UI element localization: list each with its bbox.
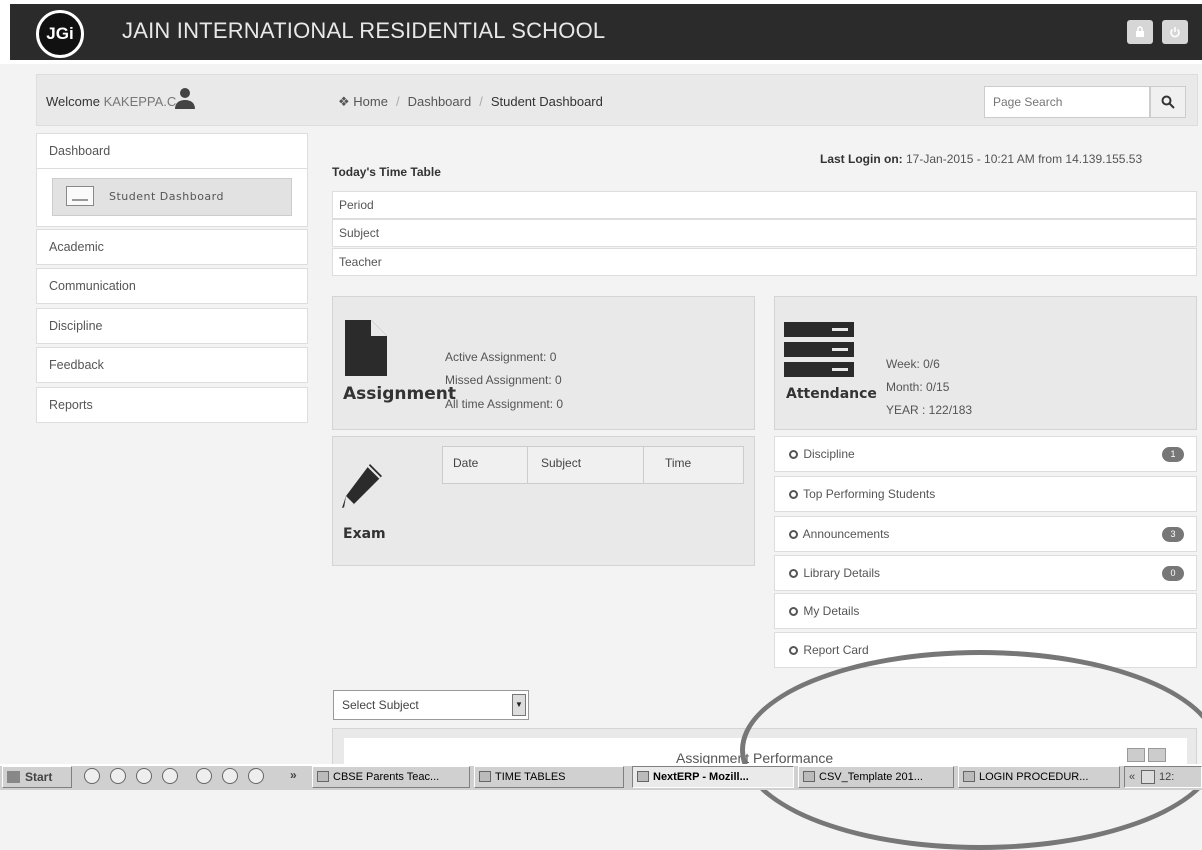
taskbar-button-timetables[interactable]: TIME TABLES	[474, 766, 624, 788]
sidebar-item-discipline[interactable]: Discipline	[36, 308, 308, 344]
assignment-title: Assignment	[343, 384, 456, 404]
quicklaunch-chrome-icon[interactable]	[196, 768, 212, 784]
attendance-week: Week: 0/6	[886, 357, 940, 371]
right-item-label: Report Card	[803, 643, 869, 657]
server-icon	[784, 322, 854, 377]
breadcrumb-current: Student Dashboard	[490, 94, 603, 109]
circle-icon	[789, 607, 798, 616]
quicklaunch-more-chevron[interactable]: »	[290, 768, 297, 782]
count-badge: 3	[1162, 527, 1184, 542]
quicklaunch-media-icon[interactable]	[162, 768, 178, 784]
count-badge: 1	[1162, 447, 1184, 462]
count-badge: 0	[1162, 566, 1184, 581]
timetable-title: Today's Time Table	[332, 165, 441, 179]
system-tray: « 12:	[1124, 766, 1202, 788]
right-item-announcements[interactable]: Announcements 3	[774, 516, 1197, 552]
circle-icon	[789, 530, 798, 539]
right-item-label: My Details	[803, 604, 860, 618]
last-login-value: 17-Jan-2015 - 10:21 AM from 14.139.155.5…	[906, 152, 1143, 166]
school-name: JAIN INTERNATIONAL RESIDENTIAL SCHOOL	[122, 18, 606, 43]
quicklaunch-ie-icon[interactable]	[84, 768, 100, 784]
circle-icon	[789, 569, 798, 578]
sidebar-item-feedback[interactable]: Feedback	[36, 347, 308, 383]
taskbar-button-login[interactable]: LOGIN PROCEDUR...	[958, 766, 1120, 788]
right-item-library[interactable]: Library Details 0	[774, 555, 1197, 591]
timetable-row-subject: Subject	[332, 219, 1197, 247]
taskbar-button-csv[interactable]: CSV_Template 201...	[798, 766, 954, 788]
home-icon: ❖	[338, 94, 350, 109]
attendance-year: YEAR : 122/183	[886, 403, 973, 417]
right-item-top-performing[interactable]: Top Performing Students	[774, 476, 1197, 512]
tray-chevron[interactable]: «	[1129, 767, 1135, 787]
right-item-my-details[interactable]: My Details	[774, 593, 1197, 629]
circle-icon	[789, 646, 798, 655]
exam-table-header	[442, 446, 744, 484]
circle-icon	[789, 450, 798, 459]
right-item-label: Discipline	[803, 447, 855, 461]
missed-assignment: Missed Assignment: 0	[445, 373, 562, 387]
welcome-text: Welcome KAKEPPA.C	[46, 94, 176, 109]
annotation-circle	[740, 650, 1202, 850]
document-icon	[345, 320, 387, 376]
clock[interactable]: 12:	[1159, 771, 1174, 783]
last-login-label: Last Login on:	[820, 152, 903, 166]
start-button[interactable]: Start	[2, 766, 72, 788]
timetable-row-period: Period	[332, 191, 1197, 219]
sidebar-item-reports[interactable]: Reports	[36, 387, 308, 423]
exam-col-time: Time	[665, 456, 692, 470]
school-logo[interactable]: JGi	[36, 10, 84, 58]
right-item-label: Top Performing Students	[803, 487, 936, 501]
circle-icon	[789, 490, 798, 499]
sidebar-item-academic[interactable]: Academic	[36, 229, 308, 265]
right-item-discipline[interactable]: Discipline 1	[774, 436, 1197, 472]
exam-title: Exam	[343, 526, 386, 542]
alltime-assignment: All time Assignment: 0	[445, 397, 564, 411]
breadcrumb-home[interactable]: Home	[353, 94, 388, 109]
sidebar-item-communication[interactable]: Communication	[36, 268, 308, 304]
taskbar-button-nexterp[interactable]: NextERP - Mozill...	[632, 766, 794, 788]
power-icon	[1170, 27, 1180, 38]
breadcrumb: ❖ Home / Dashboard / Student Dashboard	[338, 94, 603, 109]
user-name: KAKEPPA.C	[103, 94, 177, 109]
quicklaunch-firefox-icon[interactable]	[222, 768, 238, 784]
power-button[interactable]	[1162, 20, 1188, 44]
quicklaunch-explorer-icon[interactable]	[110, 768, 126, 784]
chevron-down-icon[interactable]: ▼	[512, 694, 526, 716]
lock-icon	[1136, 26, 1144, 37]
right-item-label: Announcements	[802, 527, 890, 541]
right-item-label: Library Details	[803, 566, 881, 580]
user-icon[interactable]	[173, 86, 197, 110]
lock-button[interactable]	[1127, 20, 1153, 44]
taskbar-button-cbse[interactable]: CBSE Parents Teac...	[312, 766, 470, 788]
last-login: Last Login on: 17-Jan-2015 - 10:21 AM fr…	[820, 152, 1142, 166]
active-assignment: Active Assignment: 0	[445, 350, 557, 364]
page-search-input[interactable]	[984, 86, 1150, 118]
attendance-title: Attendance	[786, 386, 877, 402]
quicklaunch-tool-icon[interactable]	[248, 768, 264, 784]
timetable-row-teacher: Teacher	[332, 248, 1197, 276]
select-subject-dropdown[interactable]: Select Subject	[333, 690, 529, 720]
attendance-month: Month: 0/15	[886, 380, 950, 394]
search-button[interactable]	[1150, 86, 1186, 118]
welcome-label: Welcome	[46, 94, 100, 109]
exam-col-subject: Subject	[541, 456, 582, 470]
network-icon[interactable]	[1141, 770, 1155, 784]
exam-col-date: Date	[453, 456, 479, 470]
quicklaunch-desktop-icon[interactable]	[136, 768, 152, 784]
pencil-icon	[342, 464, 382, 508]
monitor-icon	[66, 186, 94, 206]
breadcrumb-dashboard[interactable]: Dashboard	[408, 94, 472, 109]
sidebar-item-dashboard[interactable]: Dashboard	[36, 133, 308, 169]
search-icon	[1161, 95, 1175, 109]
